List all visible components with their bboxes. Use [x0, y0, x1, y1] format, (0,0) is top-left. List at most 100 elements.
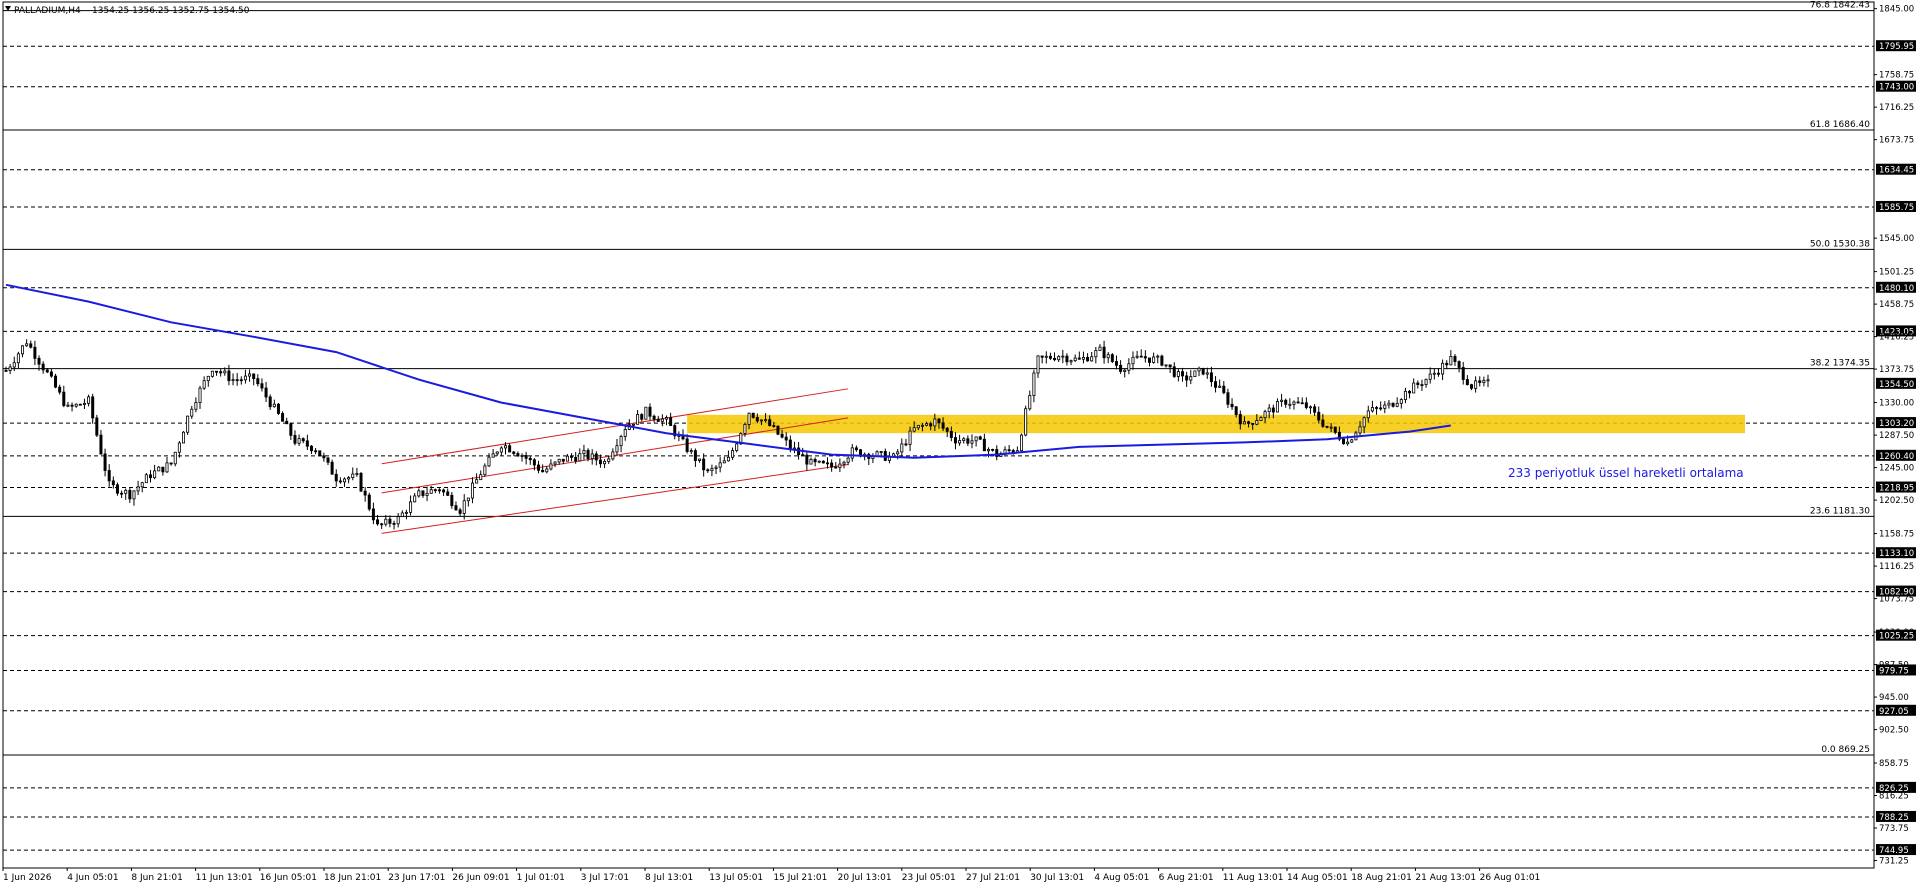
candle-body: [396, 516, 400, 525]
candle-body: [565, 455, 569, 462]
candle-body: [1024, 408, 1028, 436]
candle-body: [900, 443, 904, 453]
candle-body: [1057, 356, 1061, 361]
candle-body: [590, 453, 594, 460]
x-tick-label: 26 Aug 01:01: [1480, 873, 1541, 883]
candle-body: [409, 501, 413, 513]
x-tick-label: 20 Jul 13:01: [838, 873, 892, 883]
candle-body: [487, 456, 491, 467]
candle-body: [648, 406, 652, 417]
candle-body: [1007, 449, 1011, 452]
candle-body: [1123, 369, 1127, 372]
candle-body: [400, 512, 404, 518]
candle-body: [433, 489, 437, 492]
candle-body: [768, 419, 772, 426]
candle-body: [483, 465, 487, 476]
ema-annotation: 233 periyotluk üssel hareketli ortalama: [1508, 466, 1744, 480]
candle-body: [429, 489, 433, 494]
candle-body: [41, 363, 45, 371]
candle-body: [194, 402, 198, 410]
price-label: 1218.95: [1879, 484, 1914, 494]
candle-body: [846, 457, 850, 463]
candle-body: [1222, 385, 1226, 394]
candle-body: [210, 370, 214, 377]
candle-body: [974, 436, 978, 442]
candle-body: [252, 373, 256, 380]
candle-body: [933, 418, 937, 427]
candle-body: [62, 391, 66, 406]
candle-body: [293, 435, 297, 444]
candle-body: [598, 459, 602, 465]
candle-body: [982, 438, 986, 452]
candle-body: [805, 454, 809, 465]
y-tick-label: 731.25: [1879, 857, 1909, 867]
candle-body: [751, 412, 755, 418]
candle-body: [1424, 378, 1428, 386]
candle-body: [586, 449, 590, 460]
candle-body: [656, 418, 660, 422]
candle-body: [12, 362, 16, 368]
price-label: 1795.95: [1879, 42, 1914, 52]
candle-body: [1139, 355, 1143, 358]
candle-body: [318, 450, 322, 457]
candle-body: [359, 473, 363, 492]
x-tick-label: 23 Jun 17:01: [388, 873, 445, 883]
x-tick-label: 11 Jun 13:01: [196, 873, 253, 883]
candle-body: [1428, 373, 1432, 380]
candle-body: [986, 448, 990, 452]
candle-body: [850, 447, 854, 459]
x-tick-label: 18 Aug 21:01: [1351, 873, 1412, 883]
x-tick-label: 14 Aug 05:01: [1287, 873, 1348, 883]
candle-body: [1048, 355, 1052, 359]
candle-body: [1147, 357, 1151, 363]
y-tick-label: 1245.00: [1879, 464, 1914, 474]
candle-body: [689, 450, 693, 453]
candle-body: [652, 415, 656, 420]
y-tick-label: 1716.25: [1879, 103, 1914, 113]
x-tick-label: 27 Jul 21:01: [966, 873, 1020, 883]
price-chart[interactable]: 76.8 1842.4361.8 1686.4050.0 1530.3838.2…: [0, 0, 1916, 888]
candle-body: [1176, 371, 1180, 377]
candle-body: [1325, 425, 1329, 428]
candle-body: [260, 383, 264, 389]
x-tick-label: 30 Jul 13:01: [1030, 873, 1084, 883]
candle-body: [1342, 438, 1346, 445]
candle-body: [272, 403, 276, 408]
candle-body: [305, 440, 309, 447]
candle-body: [553, 461, 557, 465]
y-tick-label: 1416.25: [1879, 333, 1914, 343]
symbol-label[interactable]: PALLADIUM,H4: [14, 6, 81, 16]
candle-body: [537, 464, 541, 471]
candle-body: [351, 473, 355, 479]
candle-body: [314, 450, 318, 453]
candle-body: [780, 433, 784, 438]
candle-body: [706, 469, 710, 472]
candle-body: [1461, 367, 1465, 380]
candle-body: [1441, 362, 1445, 375]
candle-body: [437, 489, 441, 492]
candle-body: [611, 451, 615, 460]
candle-body: [578, 453, 582, 462]
candle-body: [186, 415, 190, 433]
candle-body: [945, 427, 949, 432]
y-tick-label: 1545.00: [1879, 234, 1914, 244]
candle-body: [516, 453, 520, 457]
support-zone: [687, 414, 1745, 434]
chart-area[interactable]: 76.8 1842.43 61.8 1686.40 50.0 1530.38 38.2…: [0, 0, 1916, 888]
price-label: 1480.10: [1879, 284, 1914, 294]
candle-body: [759, 419, 763, 422]
fibonacci-level-label: 0.0 869.25: [1821, 745, 1870, 755]
candle-body: [231, 379, 235, 382]
candle-body: [854, 447, 858, 451]
candle-body: [87, 396, 91, 404]
candle-body: [29, 343, 33, 348]
candle-body: [1445, 362, 1449, 366]
candle-body: [243, 375, 247, 381]
candle-body: [1403, 390, 1407, 400]
candle-body: [1453, 356, 1457, 362]
x-tick-label: 13 Jul 05:01: [709, 873, 763, 883]
candle-body: [450, 494, 454, 507]
candle-body: [215, 370, 219, 373]
candle-body: [557, 458, 561, 463]
candle-body: [235, 379, 239, 382]
